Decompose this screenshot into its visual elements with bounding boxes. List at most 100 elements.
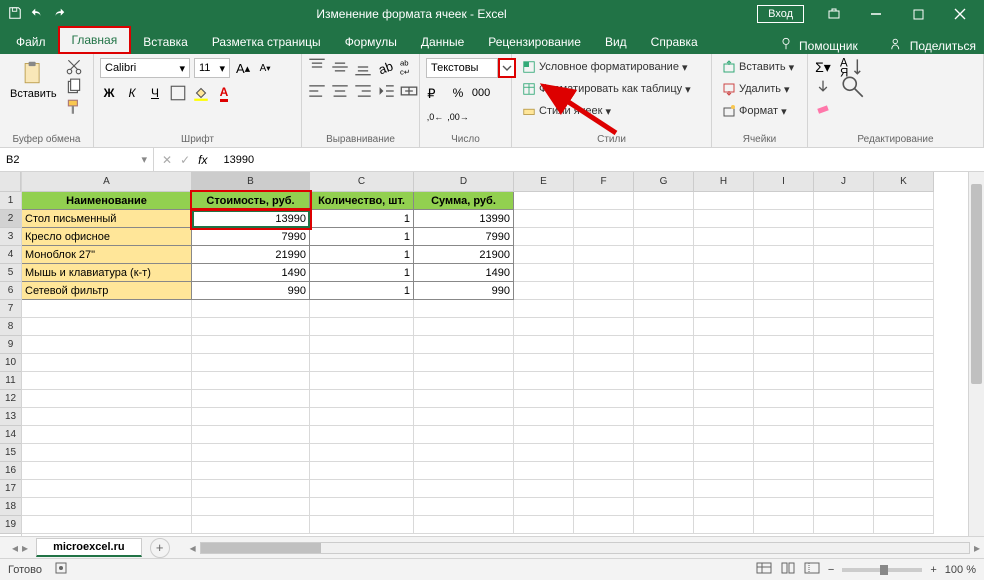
cell[interactable] (814, 336, 874, 354)
cell[interactable] (574, 282, 634, 300)
col-header-A[interactable]: A (22, 172, 192, 192)
number-format-combo[interactable]: Текстовы (426, 58, 498, 78)
cell[interactable] (310, 300, 414, 318)
cell[interactable] (310, 354, 414, 372)
cell[interactable] (874, 282, 934, 300)
maximize-icon[interactable] (898, 2, 938, 26)
cell[interactable]: 1 (310, 282, 414, 300)
decrease-decimal-icon[interactable]: ,00→ (449, 108, 467, 126)
font-size-combo[interactable]: 11▾ (194, 58, 230, 78)
cell[interactable] (634, 300, 694, 318)
font-color-icon[interactable]: А (215, 84, 233, 102)
zoom-level[interactable]: 100 % (945, 564, 976, 576)
cell[interactable]: 21900 (414, 246, 514, 264)
cell[interactable] (694, 264, 754, 282)
cell[interactable] (814, 426, 874, 444)
cell[interactable] (874, 336, 934, 354)
view-normal-icon[interactable] (756, 562, 772, 577)
fill-icon[interactable] (814, 78, 832, 96)
cell[interactable] (574, 498, 634, 516)
cell[interactable] (514, 426, 574, 444)
col-header-B[interactable]: B (192, 172, 310, 192)
minimize-icon[interactable] (856, 2, 896, 26)
cell[interactable] (754, 318, 814, 336)
cell[interactable] (634, 498, 694, 516)
cell[interactable] (814, 246, 874, 264)
cell[interactable] (310, 426, 414, 444)
sheet-nav-prev-icon[interactable]: ◂ (12, 541, 18, 555)
formula-input[interactable]: 13990 (215, 154, 984, 166)
paste-button[interactable]: Вставить (6, 58, 61, 102)
cell[interactable] (22, 300, 192, 318)
close-icon[interactable] (940, 2, 980, 26)
zoom-slider[interactable] (842, 568, 922, 572)
row-header-14[interactable]: 14 (0, 426, 21, 444)
cell[interactable] (514, 282, 574, 300)
cell[interactable] (874, 228, 934, 246)
row-header-18[interactable]: 18 (0, 498, 21, 516)
cell[interactable] (514, 246, 574, 264)
cell[interactable] (694, 462, 754, 480)
zoom-in-icon[interactable]: + (930, 564, 936, 576)
cell[interactable] (694, 300, 754, 318)
cell[interactable] (414, 498, 514, 516)
col-header-C[interactable]: C (310, 172, 414, 192)
row-header-4[interactable]: 4 (0, 246, 21, 264)
format-table-button[interactable]: Форматировать как таблицу▾ (518, 80, 695, 98)
cell[interactable] (414, 336, 514, 354)
cell[interactable] (694, 354, 754, 372)
cell[interactable] (574, 354, 634, 372)
cell-styles-button[interactable]: Стили ячеек▾ (518, 102, 615, 120)
cell[interactable] (634, 462, 694, 480)
view-pagebreak-icon[interactable] (804, 562, 820, 577)
cell[interactable] (634, 210, 694, 228)
merge-icon[interactable] (400, 82, 418, 100)
shrink-font-icon[interactable]: A▾ (256, 59, 274, 77)
cell[interactable] (814, 228, 874, 246)
cell[interactable]: Мышь и клавиатура (к-т) (22, 264, 192, 282)
cell[interactable] (22, 318, 192, 336)
row-header-2[interactable]: 2 (0, 210, 21, 228)
cell[interactable] (814, 408, 874, 426)
undo-icon[interactable] (30, 6, 44, 23)
tab-help[interactable]: Справка (639, 30, 710, 54)
cell[interactable] (754, 192, 814, 210)
grow-font-icon[interactable]: A▴ (234, 59, 252, 77)
cell[interactable] (514, 210, 574, 228)
row-header-19[interactable]: 19 (0, 516, 21, 534)
cell[interactable] (634, 318, 694, 336)
cell[interactable] (634, 282, 694, 300)
cell[interactable] (754, 408, 814, 426)
cancel-icon[interactable]: ✕ (162, 153, 172, 167)
col-header-K[interactable]: K (874, 172, 934, 192)
cell[interactable] (694, 498, 754, 516)
cell[interactable] (874, 516, 934, 534)
cell[interactable]: 13990 (192, 210, 310, 228)
cell[interactable] (414, 318, 514, 336)
cell[interactable] (310, 516, 414, 534)
cell[interactable] (814, 264, 874, 282)
cell[interactable] (634, 246, 694, 264)
cell[interactable] (192, 300, 310, 318)
row-header-1[interactable]: 1 (0, 192, 21, 210)
formatpainter-icon[interactable] (65, 98, 83, 116)
cell[interactable] (694, 390, 754, 408)
cell[interactable]: 1 (310, 264, 414, 282)
cell[interactable] (814, 462, 874, 480)
cell[interactable] (574, 210, 634, 228)
cell[interactable] (694, 282, 754, 300)
cell[interactable] (754, 390, 814, 408)
cell[interactable] (310, 480, 414, 498)
cell[interactable] (22, 444, 192, 462)
cell[interactable] (754, 210, 814, 228)
cell[interactable] (694, 444, 754, 462)
align-right-icon[interactable] (354, 82, 372, 100)
cell[interactable] (192, 354, 310, 372)
cell[interactable]: Наименование (22, 192, 192, 210)
font-name-combo[interactable]: Calibri▾ (100, 58, 190, 78)
cell[interactable] (574, 246, 634, 264)
italic-icon[interactable]: К (123, 84, 141, 102)
cell[interactable]: 1490 (414, 264, 514, 282)
sheet-tab[interactable]: microexcel.ru (36, 538, 142, 557)
cell[interactable] (754, 264, 814, 282)
